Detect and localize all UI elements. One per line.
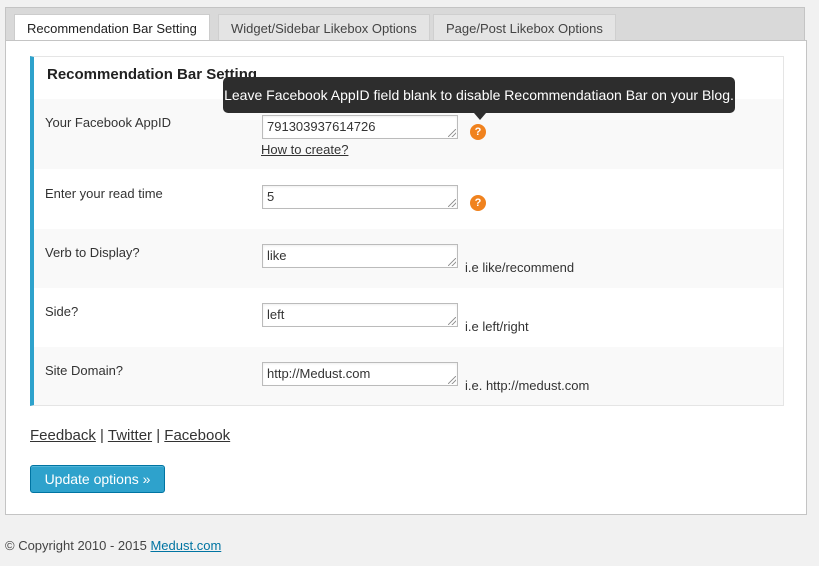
resize-grip-icon[interactable] [448, 129, 456, 137]
update-options-button[interactable]: Update options » [30, 465, 165, 493]
form-row-verb: Verb to Display? like i.e like/recommend [34, 229, 783, 288]
site-domain-input[interactable]: http://Medust.com [262, 362, 458, 386]
verb-label: Verb to Display? [45, 245, 140, 260]
site-domain-label: Site Domain? [45, 363, 124, 378]
tab-bar: Recommendation Bar Setting Widget/Sideba… [5, 7, 805, 42]
resize-grip-icon[interactable] [448, 317, 456, 325]
verb-hint: i.e like/recommend [465, 260, 575, 275]
read-time-value: 5 [267, 189, 275, 204]
facebook-link[interactable]: Facebook [164, 427, 230, 444]
twitter-link[interactable]: Twitter [108, 427, 152, 444]
site-domain-hint: i.e. http://medust.com [465, 378, 590, 393]
appid-value: 791303937614726 [267, 119, 376, 134]
resize-grip-icon[interactable] [448, 376, 456, 384]
read-time-input[interactable]: 5 [262, 185, 458, 209]
read-time-label: Enter your read time [45, 186, 163, 201]
copyright-text: © Copyright 2010 - 2015 [5, 538, 147, 553]
resize-grip-icon[interactable] [448, 199, 456, 207]
tooltip-arrow [474, 113, 486, 120]
verb-value: like [267, 248, 287, 263]
question-icon[interactable]: ? [470, 124, 486, 140]
form-row-site-domain: Site Domain? http://Medust.com i.e. http… [34, 347, 783, 405]
help-tooltip: Leave Facebook AppID field blank to disa… [223, 77, 735, 113]
resize-grip-icon[interactable] [448, 258, 456, 266]
appid-input[interactable]: 791303937614726 [262, 115, 458, 139]
tab-widget-sidebar-likebox-options[interactable]: Widget/Sidebar Likebox Options [218, 14, 430, 41]
side-input[interactable]: left [262, 303, 458, 327]
side-value: left [267, 307, 285, 322]
form-row-read-time: Enter your read time 5 ? [34, 169, 783, 229]
side-label: Side? [45, 304, 79, 319]
side-hint: i.e left/right [465, 319, 529, 334]
medust-link[interactable]: Medust.com [150, 538, 221, 553]
verb-input[interactable]: like [262, 244, 458, 268]
how-to-create-link[interactable]: How to create? [261, 142, 348, 157]
tab-page-post-likebox-options[interactable]: Page/Post Likebox Options [433, 14, 616, 41]
question-icon[interactable]: ? [470, 195, 486, 211]
form-row-side: Side? left i.e left/right [34, 288, 783, 347]
link-separator: | [156, 427, 161, 444]
link-separator: | [100, 427, 104, 444]
tab-recommendation-bar-setting[interactable]: Recommendation Bar Setting [14, 14, 210, 42]
site-domain-value: http://Medust.com [267, 366, 371, 381]
appid-label: Your Facebook AppID [45, 115, 171, 130]
copyright: © Copyright 2010 - 2015 Medust.com [5, 538, 221, 553]
footer-links: Feedback | Twitter | Facebook [30, 427, 230, 444]
feedback-link[interactable]: Feedback [30, 427, 96, 444]
